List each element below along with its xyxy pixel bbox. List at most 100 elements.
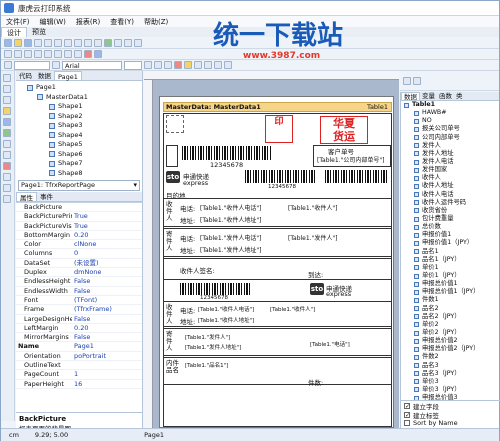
shape-tool-icon[interactable] [3,162,11,170]
open-icon[interactable] [14,39,22,47]
property-value[interactable]: False [72,333,142,341]
opt-sort-by-name[interactable]: Sort by Name [404,419,497,428]
property-value[interactable]: 1 [72,370,142,378]
cut-icon[interactable] [54,39,62,47]
property-value[interactable]: True [72,212,142,220]
bring-front-icon[interactable] [84,50,92,58]
property-value[interactable]: 0.20 [72,231,142,239]
paste-icon[interactable] [74,39,82,47]
send-misc-field-2[interactable]: [Table1."电话"] [310,340,350,348]
copy-icon[interactable] [64,39,72,47]
tree-shape[interactable]: Shape4 [19,131,139,141]
cat-logo[interactable] [166,115,184,133]
property-row[interactable]: LargeDesignHeightFalse [16,315,142,324]
style-icon[interactable] [4,61,12,69]
property-row[interactable]: OutlineText [16,361,142,371]
property-row[interactable]: Name Page1 [16,342,142,352]
tab-page1[interactable]: Page1 [54,71,82,81]
field-item[interactable]: 发件人 [404,142,499,150]
menu-edit[interactable]: 编辑(W) [35,17,71,27]
field-item[interactable]: 收货省份 [404,207,499,215]
align-right-icon[interactable] [24,50,32,58]
tab-classes[interactable]: 类 [454,92,465,100]
property-row[interactable]: Color clNone [16,240,142,250]
tab-preview[interactable]: 预览 [27,27,51,37]
property-value[interactable]: False [72,315,142,323]
field-item[interactable]: 申报总价值1（JPY） [404,288,499,296]
field-item[interactable]: 报关公司单号 [404,125,499,133]
tree-collapse-icon[interactable] [413,77,421,85]
text-tool-icon[interactable] [3,107,11,115]
field-item[interactable]: 包计费重量 [404,215,499,223]
property-value[interactable]: 0 [72,249,142,257]
recv-tel-field-2[interactable]: [Table1."收件人电话"] [198,305,254,313]
field-item[interactable]: 品名3（JPY） [404,370,499,378]
tree-page[interactable]: Page1 [19,83,139,93]
field-item[interactable]: 发件人地址 [404,150,499,158]
field-item[interactable]: 件数1 [404,296,499,304]
ungroup-icon[interactable] [114,39,122,47]
hand-tool-icon[interactable] [3,85,11,93]
bold-icon[interactable] [144,61,152,69]
tree-shape[interactable]: Shape3 [19,121,139,131]
redo-icon[interactable] [94,39,102,47]
field-item[interactable]: 品名1（JPY） [404,256,499,264]
tree-band[interactable]: MasterData1 [19,93,139,103]
field-item[interactable]: 收件人运件号码 [404,199,499,207]
send-addr-field-2[interactable]: [Table1."发件人地址"] [185,343,241,351]
save-icon[interactable] [24,39,32,47]
field-item[interactable]: 申报总价值2 [404,337,499,345]
recv-tel-field[interactable]: [Table1."收件人电话"] [200,203,261,212]
tab-data[interactable]: 数据 [35,71,54,80]
masterdata-band-header[interactable]: MasterData: MasterData1 Table1 [163,102,392,112]
tree-shape[interactable]: Shape6 [19,150,139,160]
align-left-icon[interactable] [4,50,12,58]
align-grid-icon[interactable] [134,39,142,47]
menu-view[interactable]: 查看(Y) [105,17,139,27]
send-addr-field[interactable]: [Table1."发件人地址"] [200,245,261,254]
property-value[interactable]: dmNone [72,268,142,276]
seal-stamp[interactable]: 印 [265,115,293,143]
sto-logo-lower[interactable]: sto [310,283,324,295]
menu-file[interactable]: 文件(F) [1,17,35,27]
property-value[interactable]: False [72,277,142,285]
tree-shape[interactable]: Shape2 [19,112,139,122]
property-row[interactable]: LeftMargin 0.20 [16,324,142,334]
field-item[interactable]: 总价数 [404,223,499,231]
tab-design[interactable]: 设计 [1,27,27,37]
style-select[interactable] [14,60,50,70]
field-item[interactable]: 收件人地址 [404,182,499,190]
fields-root[interactable]: Table1 [404,101,499,109]
checkbox-tool-icon[interactable] [3,184,11,192]
property-value[interactable] [72,361,142,369]
client-code-field[interactable]: [Table1."公司内部单号"] [317,155,384,164]
goods-field[interactable]: [Table1."品名1"] [185,361,228,369]
field-item[interactable]: 单价3 [404,378,499,386]
tree-expand-icon[interactable] [403,77,411,85]
property-row[interactable]: Font (TFont) [16,296,142,306]
text-center-icon[interactable] [204,61,212,69]
new-icon[interactable] [4,39,12,47]
field-item[interactable]: 申报总价值2（JPY） [404,345,499,353]
field-item[interactable]: 件数2 [404,353,499,361]
field-item[interactable]: 申报价值1（JPY） [404,239,499,247]
property-row[interactable]: EndlessHeight False [16,277,142,287]
preview-icon[interactable] [44,39,52,47]
recv-addr-field-2[interactable]: [Table1."收件人地址"] [198,316,254,324]
property-value[interactable]: False [72,287,142,295]
italic-icon[interactable] [154,61,162,69]
barcode-tool-icon[interactable] [3,173,11,181]
tab-properties[interactable]: 属性 [16,192,37,202]
property-row[interactable]: Duplex dmNone [16,268,142,278]
send-back-icon[interactable] [94,50,102,58]
property-value[interactable]: Page1 [72,342,142,350]
field-item[interactable]: 收件人电话 [404,191,499,199]
send-name-field-2[interactable]: [Table1."发件人"] [185,333,230,341]
field-item[interactable]: 单价1（JPY） [404,272,499,280]
field-item[interactable]: 申报总价值1 [404,280,499,288]
tree-shape[interactable]: Shape7 [19,159,139,169]
property-row[interactable]: EndlessWidth False [16,287,142,296]
field-item[interactable]: HAWB# [404,109,499,117]
zoom-tool-icon[interactable] [3,96,11,104]
property-value[interactable]: (未设置) [72,259,142,267]
